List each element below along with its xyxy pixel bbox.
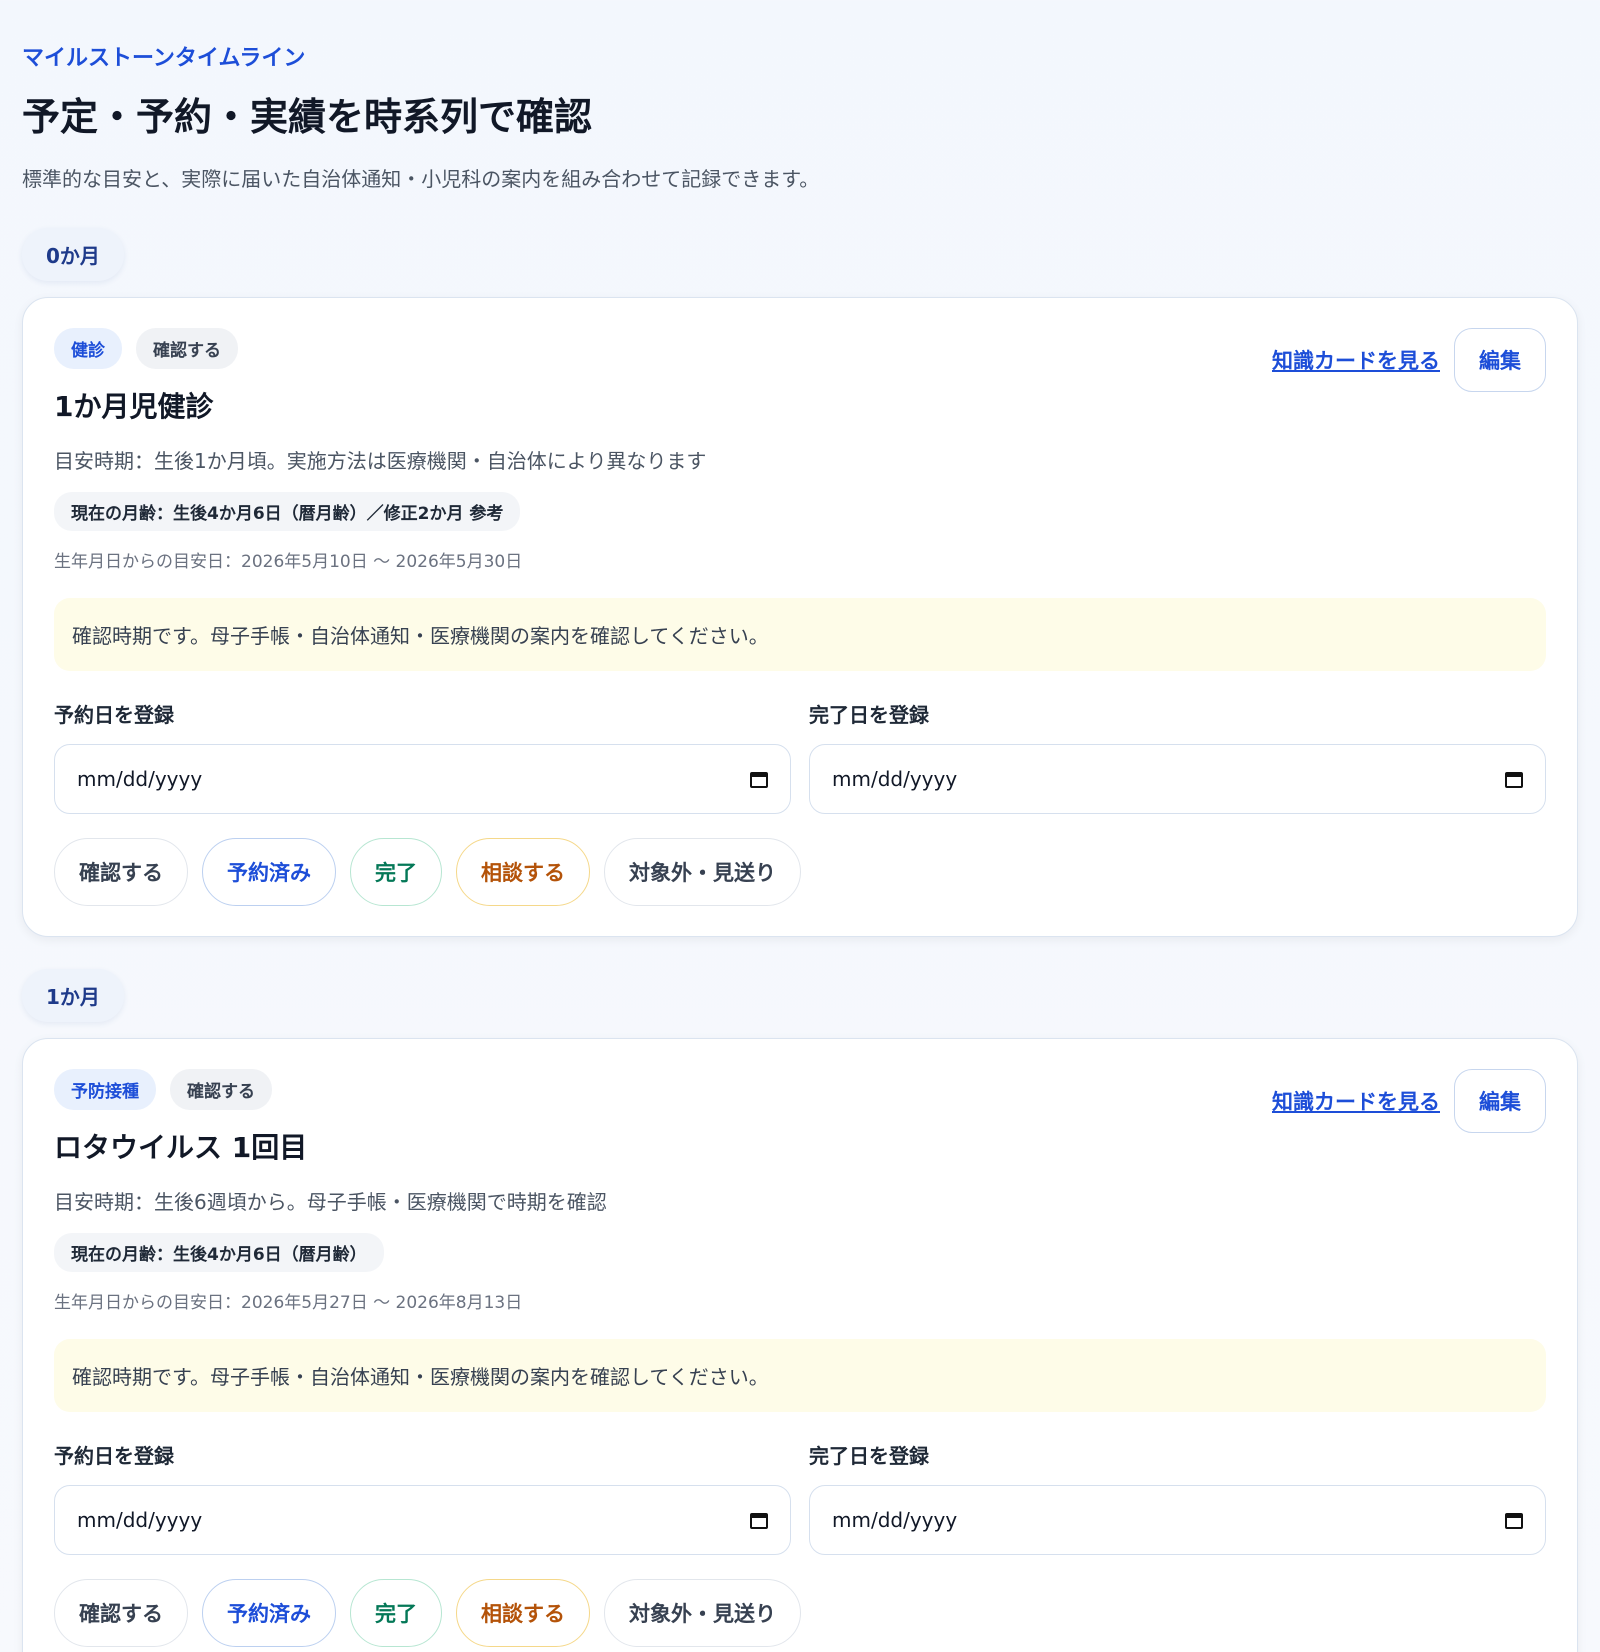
calendar-icon[interactable] — [750, 1511, 768, 1529]
card-header-actions: 知識カードを見る 編集 — [1272, 1069, 1546, 1133]
complete-date-input[interactable]: mm/dd/yyyy — [809, 744, 1546, 814]
calendar-icon[interactable] — [1505, 770, 1523, 788]
reserve-date-input[interactable]: mm/dd/yyyy — [54, 1485, 791, 1555]
confirm-button[interactable]: 確認する — [54, 838, 188, 906]
done-button[interactable]: 完了 — [350, 838, 442, 906]
timeline-page: マイルストーンタイムライン 予定・予約・実績を時系列で確認 標準的な目安と、実際… — [0, 0, 1600, 1652]
reserved-button[interactable]: 予約済み — [202, 1579, 336, 1647]
eyebrow: マイルストーンタイムライン — [22, 46, 306, 71]
reserve-date-group: 予約日を登録 mm/dd/yyyy — [54, 699, 791, 814]
reserve-date-input[interactable]: mm/dd/yyyy — [54, 744, 791, 814]
date-placeholder: mm/dd/yyyy — [77, 1508, 203, 1532]
knowledge-card-link[interactable]: 知識カードを見る — [1272, 345, 1440, 375]
tag-list: 健診 確認する — [54, 328, 238, 369]
date-placeholder: mm/dd/yyyy — [832, 1508, 958, 1532]
status-tag: 確認する — [136, 328, 238, 369]
not-applicable-button[interactable]: 対象外・見送り — [604, 1579, 801, 1647]
reserve-date-group: 予約日を登録 mm/dd/yyyy — [54, 1440, 791, 1555]
date-row: 予約日を登録 mm/dd/yyyy 完了日を登録 mm/dd/yyyy — [54, 699, 1546, 814]
card-header-main: 予防接種 確認する ロタウイルス 1回目 — [54, 1069, 307, 1186]
page-title: 予定・予約・実績を時系列で確認 — [22, 95, 593, 139]
complete-date-group: 完了日を登録 mm/dd/yyyy — [809, 1440, 1546, 1555]
card-header-main: 健診 確認する 1か月児健診 — [54, 328, 238, 445]
status-tag: 確認する — [170, 1069, 272, 1110]
milestone-card: 予防接種 確認する ロタウイルス 1回目 知識カードを見る 編集 目安時期：生後… — [22, 1038, 1578, 1652]
consult-button[interactable]: 相談する — [456, 1579, 590, 1647]
month-pill: 0か月 — [22, 228, 124, 281]
date-row: 予約日を登録 mm/dd/yyyy 完了日を登録 mm/dd/yyyy — [54, 1440, 1546, 1555]
reserved-button[interactable]: 予約済み — [202, 838, 336, 906]
target-range: 生年月日からの目安日：2026年5月27日 〜 2026年8月13日 — [54, 1293, 523, 1313]
card-header: 予防接種 確認する ロタウイルス 1回目 知識カードを見る 編集 — [54, 1069, 1546, 1186]
date-placeholder: mm/dd/yyyy — [77, 767, 203, 791]
timeline-section: 1か月 予防接種 確認する ロタウイルス 1回目 知識カードを見る 編集 目安時… — [22, 969, 1578, 1652]
complete-date-group: 完了日を登録 mm/dd/yyyy — [809, 699, 1546, 814]
guide-text: 目安時期：生後6週頃から。母子手帳・医療機関で時期を確認 — [54, 1190, 607, 1214]
milestone-card: 健診 確認する 1か月児健診 知識カードを見る 編集 目安時期：生後1か月頃。実… — [22, 297, 1578, 937]
guide-text: 目安時期：生後1か月頃。実施方法は医療機関・自治体により異なります — [54, 449, 707, 473]
reserve-date-label: 予約日を登録 — [54, 1444, 174, 1468]
tag-list: 予防接種 確認する — [54, 1069, 307, 1110]
done-button[interactable]: 完了 — [350, 1579, 442, 1647]
card-header-actions: 知識カードを見る 編集 — [1272, 328, 1546, 392]
edit-button[interactable]: 編集 — [1454, 1069, 1546, 1133]
status-actions: 確認する 予約済み 完了 相談する 対象外・見送り — [54, 838, 1546, 906]
notice-box: 確認時期です。母子手帳・自治体通知・医療機関の案内を確認してください。 — [54, 598, 1546, 671]
date-placeholder: mm/dd/yyyy — [832, 767, 958, 791]
kind-tag: 予防接種 — [54, 1069, 156, 1110]
card-header: 健診 確認する 1か月児健診 知識カードを見る 編集 — [54, 328, 1546, 445]
edit-button[interactable]: 編集 — [1454, 328, 1546, 392]
consult-button[interactable]: 相談する — [456, 838, 590, 906]
knowledge-card-link[interactable]: 知識カードを見る — [1272, 1086, 1440, 1116]
current-age-chip: 現在の月齢：生後4か月6日（暦月齢）／修正2か月 参考 — [54, 492, 521, 531]
timeline-section: 0か月 健診 確認する 1か月児健診 知識カードを見る 編集 目安時期：生後1か… — [22, 228, 1578, 937]
notice-box: 確認時期です。母子手帳・自治体通知・医療機関の案内を確認してください。 — [54, 1339, 1546, 1412]
page-description: 標準的な目安と、実際に届いた自治体通知・小児科の案内を組み合わせて記録できます。 — [22, 167, 820, 191]
month-pill: 1か月 — [22, 969, 124, 1022]
not-applicable-button[interactable]: 対象外・見送り — [604, 838, 801, 906]
card-title: ロタウイルス 1回目 — [54, 1131, 308, 1164]
target-range: 生年月日からの目安日：2026年5月10日 〜 2026年5月30日 — [54, 552, 523, 572]
complete-date-label: 完了日を登録 — [809, 1444, 929, 1468]
reserve-date-label: 予約日を登録 — [54, 703, 174, 727]
kind-tag: 健診 — [54, 328, 122, 369]
card-title: 1か月児健診 — [54, 390, 214, 423]
current-age-chip: 現在の月齢：生後4か月6日（暦月齢） — [54, 1233, 384, 1272]
calendar-icon[interactable] — [1505, 1511, 1523, 1529]
complete-date-input[interactable]: mm/dd/yyyy — [809, 1485, 1546, 1555]
confirm-button[interactable]: 確認する — [54, 1579, 188, 1647]
calendar-icon[interactable] — [750, 770, 768, 788]
complete-date-label: 完了日を登録 — [809, 703, 929, 727]
status-actions: 確認する 予約済み 完了 相談する 対象外・見送り — [54, 1579, 1546, 1647]
